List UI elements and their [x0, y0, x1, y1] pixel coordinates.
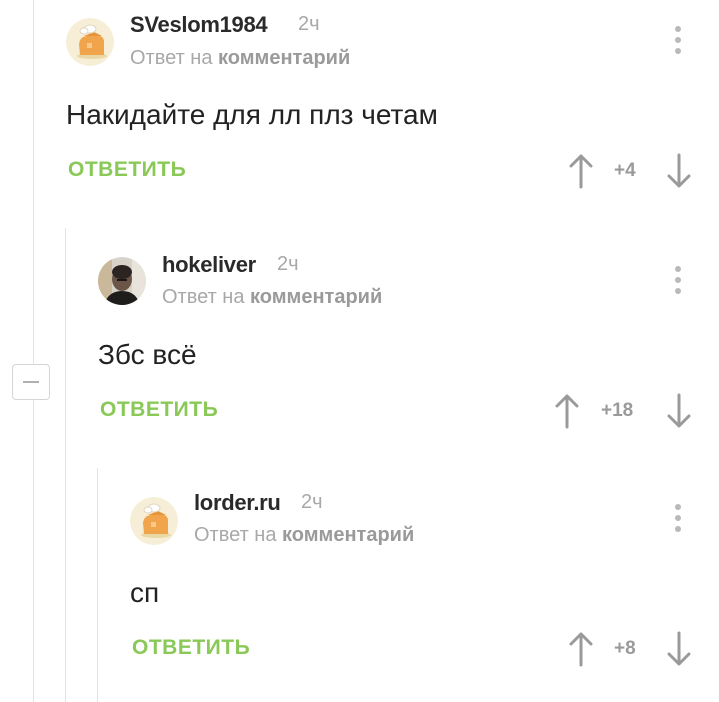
comment-author[interactable]: SVeslom1984: [130, 12, 268, 38]
rating-value: +18: [601, 400, 634, 421]
user-photo-avatar-icon: [98, 257, 146, 305]
upvote-arrow-icon[interactable]: [552, 392, 582, 430]
comment-time: 2ч: [277, 253, 299, 275]
comment-text: сп: [130, 577, 160, 608]
downvote-arrow-icon[interactable]: [664, 392, 694, 430]
upvote-arrow-icon[interactable]: [566, 630, 596, 668]
reply-to-prefix: Ответ на: [162, 286, 245, 308]
comment-author[interactable]: hokeliver: [162, 252, 256, 278]
comment-text: Збс всё: [98, 339, 197, 370]
default-avatar-icon: [66, 18, 114, 66]
comment-menu-icon[interactable]: [673, 26, 683, 58]
default-avatar-icon: [130, 497, 178, 545]
comment: hokeliver 2ч Ответ на комментарий Збс вс…: [0, 240, 719, 460]
reply-to-line: Ответ на комментарий: [194, 524, 414, 547]
reply-button[interactable]: ОТВЕТИТЬ: [68, 158, 186, 182]
comment-text: Накидайте для лл плз четам: [66, 99, 438, 130]
reply-to-link[interactable]: комментарий: [250, 286, 382, 308]
comment: lorder.ru 2ч Ответ на комментарий сп ОТВ…: [0, 478, 719, 698]
reply-to-link[interactable]: комментарий: [282, 524, 414, 546]
upvote-arrow-icon[interactable]: [566, 152, 596, 190]
comment: SVeslom1984 2ч Ответ на комментарий Наки…: [0, 0, 719, 220]
rating-value: +4: [614, 160, 636, 181]
reply-button[interactable]: ОТВЕТИТЬ: [100, 398, 218, 422]
comment-author[interactable]: lorder.ru: [194, 490, 281, 516]
downvote-arrow-icon[interactable]: [664, 152, 694, 190]
comment-menu-icon[interactable]: [673, 266, 683, 298]
reply-to-prefix: Ответ на: [130, 47, 213, 69]
downvote-arrow-icon[interactable]: [664, 630, 694, 668]
reply-to-link[interactable]: комментарий: [218, 47, 350, 69]
reply-to-line: Ответ на комментарий: [130, 47, 350, 70]
rating-value: +8: [614, 638, 636, 659]
reply-to-prefix: Ответ на: [194, 524, 277, 546]
reply-to-line: Ответ на комментарий: [162, 286, 382, 309]
comment-menu-icon[interactable]: [673, 504, 683, 536]
avatar[interactable]: [130, 497, 178, 545]
comment-time: 2ч: [298, 13, 320, 35]
avatar[interactable]: [98, 257, 146, 305]
avatar[interactable]: [66, 18, 114, 66]
reply-button[interactable]: ОТВЕТИТЬ: [132, 636, 250, 660]
comment-time: 2ч: [301, 491, 323, 513]
